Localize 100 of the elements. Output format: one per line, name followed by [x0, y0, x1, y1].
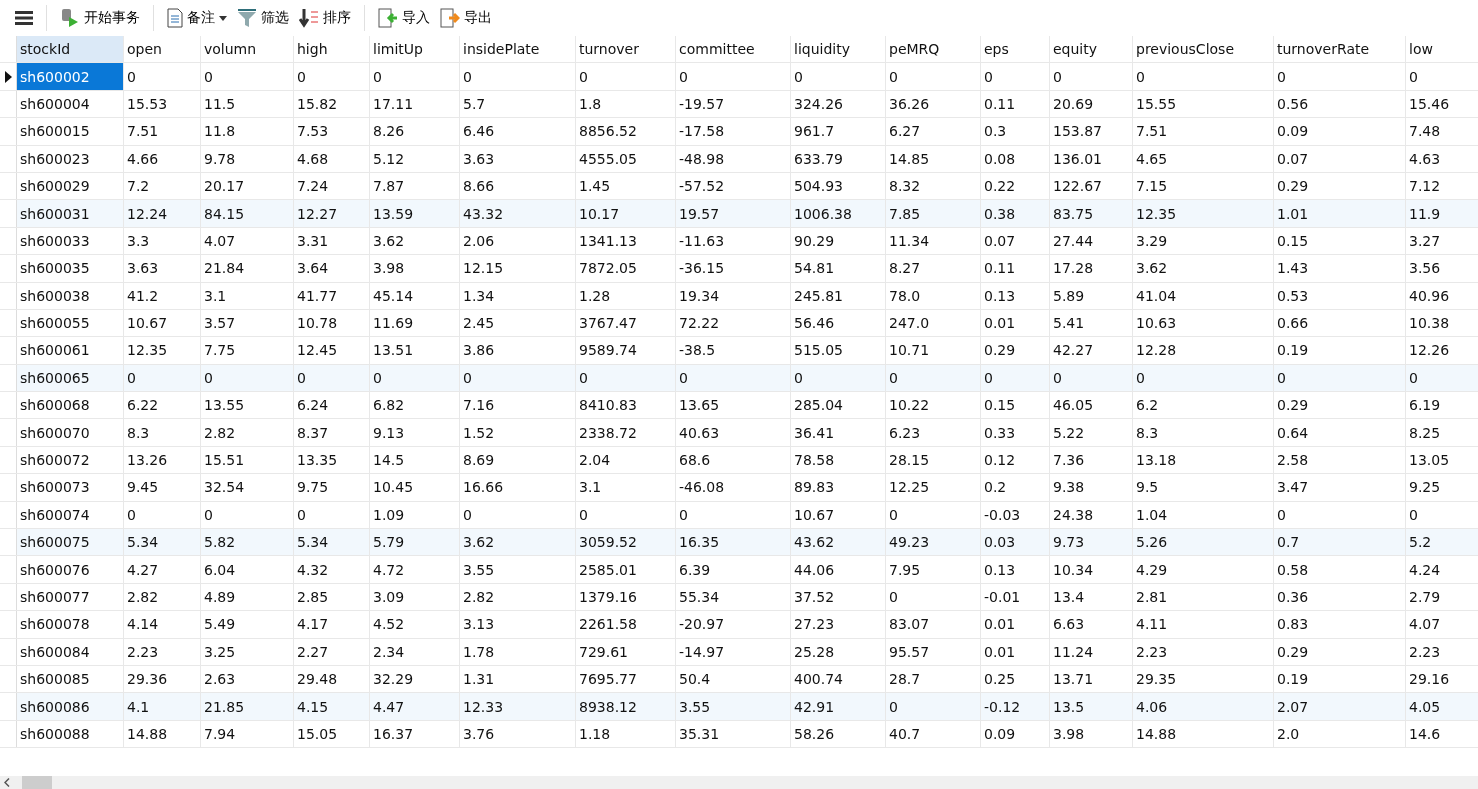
table-cell: 0.29 — [1274, 392, 1406, 419]
table-cell: 1.52 — [460, 419, 576, 446]
table-cell: 14.85 — [886, 145, 981, 172]
table-cell: 9.45 — [124, 474, 201, 501]
table-row[interactable]: sh600076 4.27 6.04 4.32 4.72 3.55 2585.01 6.39 44.06 7.95 0.13 10.34 4.29 0.58 4.24 — [0, 556, 1478, 584]
column-header[interactable]: volumn — [201, 36, 294, 63]
table-cell: 29.48 — [294, 666, 370, 693]
scroll-left-icon[interactable] — [4, 778, 10, 787]
table-row[interactable]: sh600072 13.26 15.51 13.35 14.5 8.69 2.04 68.6 78.58 28.15 0.12 7.36 13.18 2.58 13.05 — [0, 446, 1478, 475]
table-cell: 16.35 — [676, 529, 791, 556]
table-cell: 7.24 — [294, 172, 370, 200]
table-row[interactable]: sh600065 0 0 0 0 0 0 0 0 0 0 0 0 0 0 — [0, 364, 1478, 393]
table-cell: 5.26 — [1133, 529, 1274, 556]
column-header[interactable]: open — [124, 36, 201, 63]
table-cell: 400.74 — [791, 666, 886, 693]
table-cell: 43.32 — [460, 200, 576, 227]
table-cell: 2.81 — [1133, 583, 1274, 611]
table-row[interactable]: sh600074 0 0 0 1.09 0 0 0 10.67 0 -0.03 24.38 1.04 0 0 — [0, 501, 1478, 530]
table-row[interactable]: sh600033 3.3 4.07 3.31 3.62 2.06 1341.13 -11.63 90.29 11.34 0.07 27.44 3.29 0.15 3.27 — [0, 227, 1478, 256]
table-cell: 0.15 — [1274, 227, 1406, 255]
table-row[interactable]: sh600002 0 0 0 0 0 0 0 0 0 0 0 0 0 0 — [0, 63, 1478, 91]
table-cell: 8.37 — [294, 419, 370, 446]
table-cell: 3.1 — [201, 282, 294, 309]
table-row[interactable]: sh600070 8.3 2.82 8.37 9.13 1.52 2338.72 40.63 36.41 6.23 0.33 5.22 8.3 0.64 8.25 — [0, 419, 1478, 447]
table-cell: 1.78 — [460, 638, 576, 665]
table-cell: 6.24 — [294, 392, 370, 419]
toolbar-button[interactable]: 排序 — [296, 4, 354, 32]
table-row[interactable]: sh600055 10.67 3.57 10.78 11.69 2.45 3767.47 72.22 56.46 247.0 0.01 5.41 10.63 0.66 10.38 — [0, 309, 1478, 338]
table-row[interactable]: sh600004 15.53 11.5 15.82 17.11 5.7 1.8 -19.57 324.26 36.26 0.11 20.69 15.55 0.56 15.46 — [0, 90, 1478, 119]
table-row[interactable]: sh600061 12.35 7.75 12.45 13.51 3.86 9589.74 -38.5 515.05 10.71 0.29 42.27 12.28 0.19 12.26 — [0, 337, 1478, 365]
table-cell: 2.34 — [370, 638, 460, 665]
table-cell: 11.9 — [1406, 200, 1478, 227]
column-header[interactable]: stockId — [17, 36, 124, 63]
table-cell: -0.03 — [981, 501, 1050, 529]
table-cell: 0 — [886, 63, 981, 90]
table-row[interactable]: sh600023 4.66 9.78 4.68 5.12 3.63 4555.05 -48.98 633.79 14.85 0.08 136.01 4.65 0.07 4.63 — [0, 145, 1478, 173]
table-cell: 0 — [294, 364, 370, 392]
column-header[interactable]: turnoverRate — [1274, 36, 1406, 63]
table-cell: 15.82 — [294, 90, 370, 118]
table-cell: 40.63 — [676, 419, 791, 446]
table-cell: sh600084 — [17, 638, 124, 665]
table-cell: 3.62 — [370, 227, 460, 255]
table-cell: -46.08 — [676, 474, 791, 501]
table-cell: 3.27 — [1406, 227, 1478, 255]
table-cell: 32.54 — [201, 474, 294, 501]
table-row[interactable]: sh600029 7.2 20.17 7.24 7.87 8.66 1.45 -57.52 504.93 8.32 0.22 122.67 7.15 0.29 7.12 — [0, 172, 1478, 201]
column-header[interactable]: equity — [1050, 36, 1133, 63]
table-cell: 0.13 — [981, 556, 1050, 583]
table-cell: 13.4 — [1050, 583, 1133, 611]
table-cell: 8.66 — [460, 172, 576, 200]
table-row[interactable]: sh600035 3.63 21.84 3.64 3.98 12.15 7872.05 -36.15 54.81 8.27 0.11 17.28 3.62 1.43 3.56 — [0, 255, 1478, 283]
toolbar-button[interactable]: 开始事务 — [57, 4, 143, 32]
table-cell: 14.88 — [1133, 720, 1274, 748]
table-cell: 3.63 — [124, 255, 201, 282]
toolbar-button[interactable]: 筛选 — [234, 4, 292, 32]
table-row[interactable]: sh600085 29.36 2.63 29.48 32.29 1.31 7695.77 50.4 400.74 28.7 0.25 13.71 29.35 0.19 29.16 — [0, 666, 1478, 694]
table-cell: 4.27 — [124, 556, 201, 583]
toolbar-button[interactable]: 导出 — [437, 4, 495, 32]
table-cell: 0 — [1274, 63, 1406, 90]
table-cell: 7.2 — [124, 172, 201, 200]
table-row[interactable]: sh600068 6.22 13.55 6.24 6.82 7.16 8410.83 13.65 285.04 10.22 0.15 46.05 6.2 0.29 6.19 — [0, 392, 1478, 420]
horizontal-scrollbar[interactable] — [0, 776, 1478, 789]
table-cell: 12.24 — [124, 200, 201, 227]
table-row[interactable]: sh600038 41.2 3.1 41.77 45.14 1.34 1.28 19.34 245.81 78.0 0.13 5.89 41.04 0.53 40.96 — [0, 282, 1478, 310]
table-cell: 8.69 — [460, 446, 576, 474]
table-row[interactable]: sh600088 14.88 7.94 15.05 16.37 3.76 1.18 35.31 58.26 40.7 0.09 3.98 14.88 2.0 14.6 — [0, 720, 1478, 749]
table-row[interactable]: sh600075 5.34 5.82 5.34 5.79 3.62 3059.52 16.35 43.62 49.23 0.03 9.73 5.26 0.7 5.2 — [0, 529, 1478, 557]
table-row[interactable]: sh600073 9.45 32.54 9.75 10.45 16.66 3.1 -46.08 89.83 12.25 0.2 9.38 9.5 3.47 9.25 — [0, 474, 1478, 502]
table-cell: 29.36 — [124, 666, 201, 693]
table-cell: 0 — [676, 63, 791, 90]
table-cell: 5.22 — [1050, 419, 1133, 446]
table-cell: sh600061 — [17, 337, 124, 364]
table-row[interactable]: sh600078 4.14 5.49 4.17 4.52 3.13 2261.58 -20.97 27.23 83.07 0.01 6.63 4.11 0.83 4.07 — [0, 611, 1478, 639]
table-cell: 0 — [201, 364, 294, 392]
import-icon — [378, 8, 398, 28]
toolbar-button[interactable]: 导入 — [375, 4, 433, 32]
table-cell: sh600015 — [17, 118, 124, 145]
table-cell: 44.06 — [791, 556, 886, 583]
table-cell: 2.0 — [1274, 720, 1406, 748]
table-cell: 5.7 — [460, 90, 576, 118]
funnel-icon — [237, 8, 257, 28]
table-row[interactable]: sh600077 2.82 4.89 2.85 3.09 2.82 1379.16 55.34 37.52 0 -0.01 13.4 2.81 0.36 2.79 — [0, 583, 1478, 612]
table-cell: 0 — [1050, 364, 1133, 392]
column-header[interactable]: turnover — [576, 36, 676, 63]
table-cell: 0 — [1133, 364, 1274, 392]
column-header[interactable]: committee — [676, 36, 791, 63]
table-cell: 7.75 — [201, 337, 294, 364]
table-cell: 3.31 — [294, 227, 370, 255]
table-cell: 11.34 — [886, 227, 981, 255]
table-row[interactable]: sh600086 4.1 21.85 4.15 4.47 12.33 8938.12 3.55 42.91 0 -0.12 13.5 4.06 2.07 4.05 — [0, 693, 1478, 721]
table-cell: 7.94 — [201, 720, 294, 748]
column-header[interactable]: eps — [981, 36, 1050, 63]
table-row[interactable]: sh600015 7.51 11.8 7.53 8.26 6.46 8856.52 -17.58 961.7 6.27 0.3 153.87 7.51 0.09 7.48 — [0, 118, 1478, 146]
toolbar-button[interactable]: 备注 — [164, 4, 230, 32]
table-cell: 0.01 — [981, 611, 1050, 638]
table-row[interactable]: sh600084 2.23 3.25 2.27 2.34 1.78 729.61 -14.97 25.28 95.57 0.01 11.24 2.23 0.29 2.23 — [0, 638, 1478, 666]
table-cell: 3.98 — [370, 255, 460, 282]
table-row[interactable]: sh600031 12.24 84.15 12.27 13.59 43.32 10.17 19.57 1006.38 7.85 0.38 83.75 12.35 1.01 11.9 — [0, 200, 1478, 228]
scrollbar-thumb[interactable] — [22, 776, 52, 789]
table-cell: sh600088 — [17, 720, 124, 748]
